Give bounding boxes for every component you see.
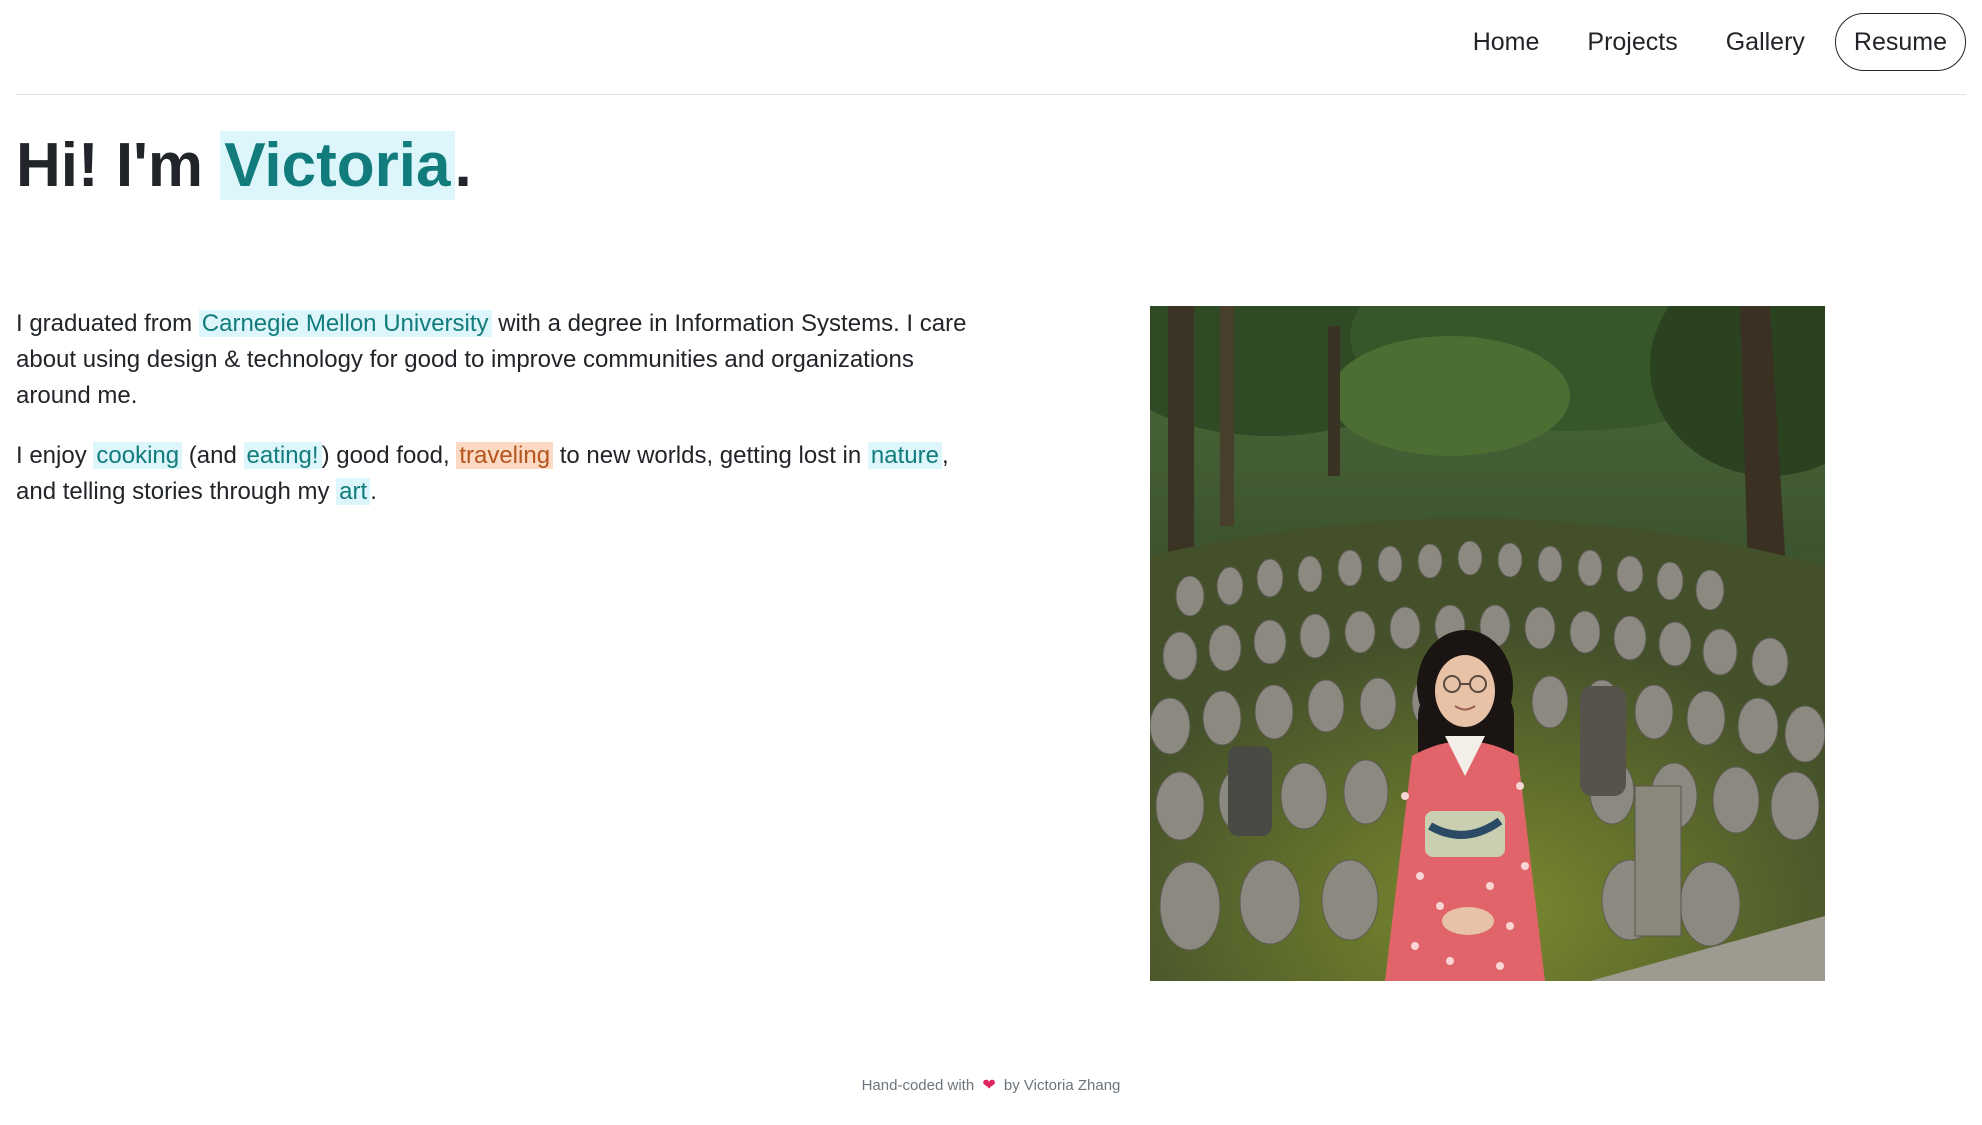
intro-text-fragment: I graduated from (16, 310, 199, 337)
heart-icon: ❤ (982, 1077, 996, 1094)
nav-resume-button[interactable]: Resume (1834, 13, 1966, 71)
nav-home-link[interactable]: Home (1449, 10, 1564, 74)
portrait-photo (1150, 306, 1825, 981)
nav-links: Home Projects Gallery Resume (1449, 10, 1966, 74)
portrait-photo-illustration (1150, 306, 1825, 981)
title-suffix: . (454, 131, 472, 200)
title-prefix: Hi! I'm (16, 131, 221, 200)
navbar: Home Projects Gallery Resume (16, 0, 1966, 95)
eating-link[interactable]: eating! (243, 442, 322, 469)
art-link[interactable]: art (336, 478, 371, 505)
intro-text-fragment: to new worlds, getting lost in (553, 442, 868, 469)
nav-gallery-link[interactable]: Gallery (1702, 10, 1829, 74)
intro-paragraph-2: I enjoy cooking (and eating!) good food,… (16, 438, 976, 510)
footer-text-1: Hand-coded with (861, 1077, 975, 1094)
nav-projects-link[interactable]: Projects (1563, 10, 1701, 74)
intro-text-fragment: (and (182, 442, 244, 469)
title-name-highlight: Victoria (220, 131, 455, 200)
footer-text-2: by Victoria Zhang (1003, 1077, 1121, 1094)
intro-text-fragment: ) good food, (321, 442, 457, 469)
page-title: Hi! I'm Victoria. (16, 124, 472, 208)
university-link[interactable]: Carnegie Mellon University (198, 310, 492, 337)
cooking-link[interactable]: cooking (93, 442, 183, 469)
intro-paragraph-1: I graduated from Carnegie Mellon Univers… (16, 306, 976, 414)
intro-text-fragment: . (370, 478, 377, 505)
intro-text: I graduated from Carnegie Mellon Univers… (16, 306, 976, 534)
page: Home Projects Gallery Resume Hi! I'm Vic… (0, 0, 1982, 1125)
footer: Hand-coded with ❤ by Victoria Zhang (0, 1075, 1982, 1095)
intro-text-fragment: I enjoy (16, 442, 94, 469)
traveling-link[interactable]: traveling (456, 442, 554, 469)
nature-link[interactable]: nature (867, 442, 942, 469)
